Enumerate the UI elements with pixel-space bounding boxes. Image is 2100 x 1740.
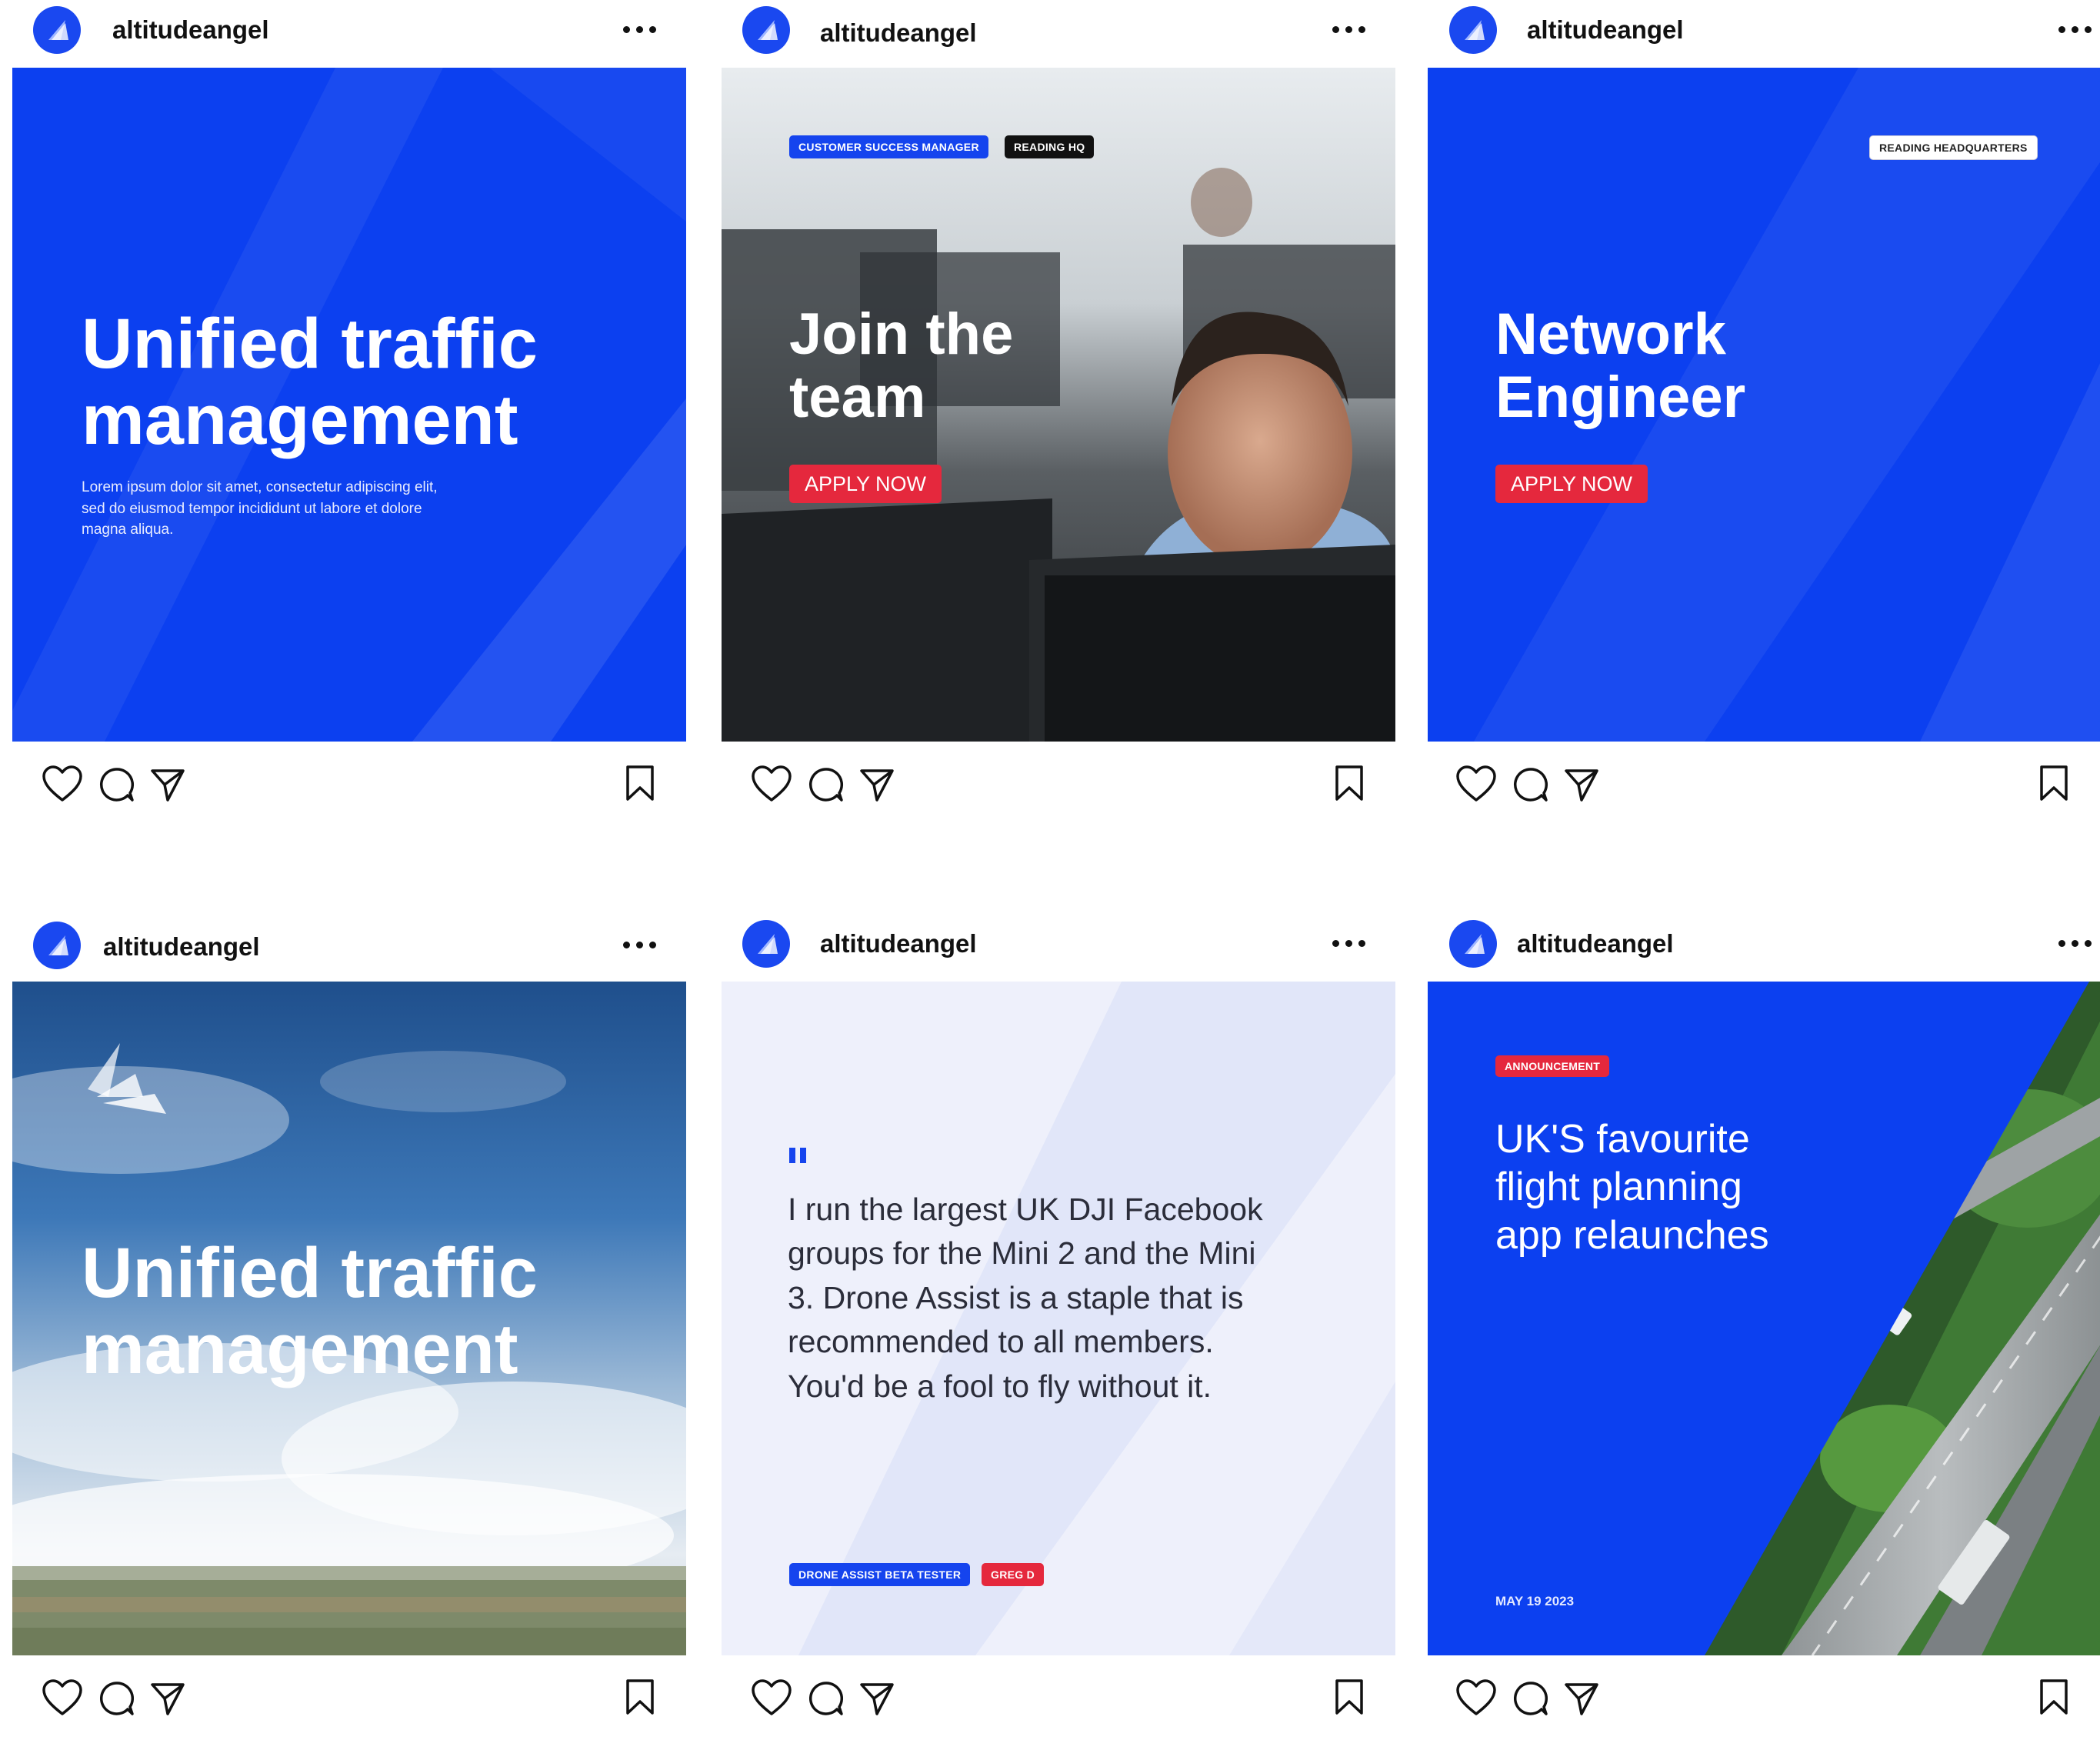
- author-tag: GREG D: [982, 1563, 1045, 1586]
- title-line: flight planning: [1495, 1165, 1742, 1210]
- announcement-tag: ANNOUNCEMENT: [1495, 1055, 1610, 1077]
- apply-now-button[interactable]: APPLY NOW: [1495, 465, 1648, 503]
- action-bar: [12, 1655, 686, 1740]
- title-line: Join the: [789, 302, 1014, 367]
- comment-icon[interactable]: [98, 766, 135, 803]
- username[interactable]: altitudeangel: [820, 929, 977, 958]
- username[interactable]: altitudeangel: [1517, 929, 1674, 958]
- action-bar: [722, 1655, 1395, 1740]
- action-bar: [12, 742, 686, 826]
- bookmark-icon[interactable]: [2038, 1678, 2069, 1715]
- post-title: Join the team: [789, 302, 1014, 431]
- avatar[interactable]: [1449, 6, 1497, 54]
- title-line: Unified traffic: [82, 305, 538, 383]
- bookmark-icon[interactable]: [1334, 1678, 1365, 1715]
- action-bar: [722, 742, 1395, 826]
- post-header: altitudeangel: [722, 0, 1395, 68]
- post-date: MAY 19 2023: [1495, 1594, 1575, 1608]
- quote-line: 3. Drone Assist is a staple that is: [788, 1279, 1244, 1315]
- quote-mark-icon: [789, 1148, 811, 1165]
- action-bar: [1428, 1655, 2100, 1740]
- post-header: altitudeangel: [1428, 0, 2100, 68]
- more-icon[interactable]: [2052, 14, 2098, 45]
- heart-icon[interactable]: [42, 1678, 83, 1717]
- post-image[interactable]: Unified traffic management Lorem ipsum d…: [12, 68, 686, 742]
- username[interactable]: altitudeangel: [103, 932, 260, 962]
- share-icon[interactable]: [1563, 766, 1600, 803]
- quote-line: I run the largest UK DJI Facebook: [788, 1192, 1263, 1227]
- username[interactable]: altitudeangel: [1527, 15, 1684, 45]
- post-image[interactable]: Unified traffic management: [12, 982, 686, 1655]
- share-icon[interactable]: [149, 1680, 186, 1717]
- avatar[interactable]: [742, 6, 790, 54]
- heart-icon[interactable]: [751, 1678, 792, 1717]
- more-icon[interactable]: [1326, 14, 1372, 45]
- post-image[interactable]: I run the largest UK DJI Facebook groups…: [722, 982, 1395, 1655]
- post-title: Network Engineer: [1495, 302, 1746, 431]
- comment-icon[interactable]: [1512, 766, 1549, 803]
- location-tag: READING HEADQUARTERS: [1869, 135, 2038, 160]
- bookmark-icon[interactable]: [1334, 765, 1365, 802]
- title-line: app relaunches: [1495, 1212, 1769, 1258]
- post-image[interactable]: ANNOUNCEMENT UK'S favourite flight plann…: [1428, 982, 2100, 1655]
- post-image[interactable]: CUSTOMER SUCCESS MANAGER READING HQ Join…: [722, 68, 1395, 742]
- post-header: altitudeangel: [12, 915, 686, 983]
- quote-text: I run the largest UK DJI Facebook groups…: [788, 1188, 1263, 1408]
- comment-icon[interactable]: [808, 1680, 845, 1717]
- heart-icon[interactable]: [1455, 1678, 1497, 1717]
- post-title: UK'S favourite flight planning app relau…: [1495, 1115, 1769, 1259]
- title-line: team: [789, 365, 926, 431]
- title-line: Unified traffic: [82, 1234, 538, 1312]
- more-icon[interactable]: [1326, 928, 1372, 958]
- username[interactable]: altitudeangel: [112, 15, 269, 45]
- comment-icon[interactable]: [98, 1680, 135, 1717]
- bookmark-icon[interactable]: [2038, 765, 2069, 802]
- more-icon[interactable]: [617, 14, 663, 45]
- title-line: Network: [1495, 302, 1726, 367]
- title-line: management: [82, 1310, 518, 1389]
- post-title: Unified traffic management: [82, 1235, 538, 1388]
- action-bar: [1428, 742, 2100, 826]
- comment-icon[interactable]: [1512, 1680, 1549, 1717]
- share-icon[interactable]: [1563, 1680, 1600, 1717]
- heart-icon[interactable]: [1455, 765, 1497, 803]
- title-line: management: [82, 381, 518, 460]
- title-line: UK'S favourite: [1495, 1117, 1750, 1162]
- more-icon[interactable]: [617, 929, 663, 960]
- post-title: Unified traffic management: [82, 305, 538, 460]
- post-body-text: Lorem ipsum dolor sit amet, consectetur …: [82, 479, 438, 538]
- apply-now-button[interactable]: APPLY NOW: [789, 465, 942, 503]
- share-icon[interactable]: [858, 1680, 895, 1717]
- post-image[interactable]: READING HEADQUARTERS Network Engineer AP…: [1428, 68, 2100, 742]
- avatar[interactable]: [1449, 920, 1497, 968]
- share-icon[interactable]: [858, 766, 895, 803]
- role-tag: CUSTOMER SUCCESS MANAGER: [789, 135, 988, 158]
- role-tag: DRONE ASSIST BETA TESTER: [789, 1563, 971, 1586]
- quote-line: You'd be a fool to fly without it.: [788, 1368, 1212, 1404]
- avatar[interactable]: [33, 6, 81, 54]
- location-tag: READING HQ: [1005, 135, 1095, 158]
- comment-icon[interactable]: [808, 766, 845, 803]
- share-icon[interactable]: [149, 766, 186, 803]
- more-icon[interactable]: [2052, 928, 2098, 958]
- avatar[interactable]: [33, 922, 81, 969]
- heart-icon[interactable]: [42, 765, 83, 803]
- heart-icon[interactable]: [751, 765, 792, 803]
- bookmark-icon[interactable]: [625, 765, 655, 802]
- aerial-photo: [1428, 982, 2100, 1655]
- bookmark-icon[interactable]: [625, 1678, 655, 1715]
- post-header: altitudeangel: [1428, 914, 2100, 982]
- title-line: Engineer: [1495, 365, 1746, 431]
- post-header: altitudeangel: [722, 914, 1395, 982]
- avatar[interactable]: [742, 920, 790, 968]
- quote-line: recommended to all members.: [788, 1324, 1214, 1360]
- post-header: altitudeangel: [12, 0, 686, 68]
- username[interactable]: altitudeangel: [820, 18, 977, 48]
- quote-line: groups for the Mini 2 and the Mini: [788, 1235, 1256, 1272]
